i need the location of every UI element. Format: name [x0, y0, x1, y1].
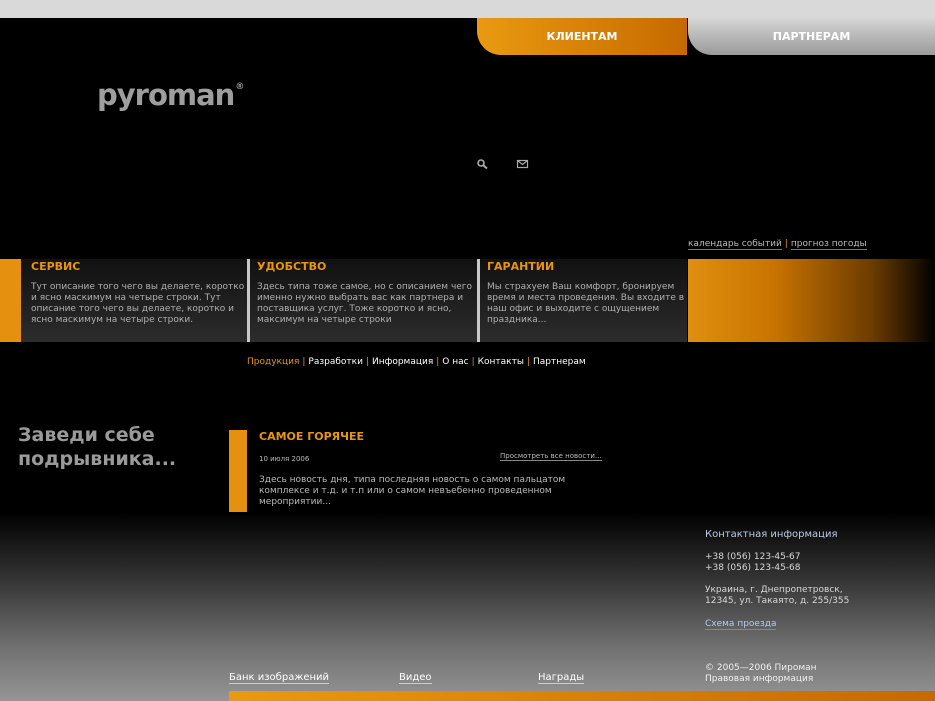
news-date: 10 июля 2006	[259, 455, 310, 463]
top-bar	[0, 0, 935, 18]
footer-link-awards[interactable]: Награды	[538, 672, 585, 684]
accent-bar	[0, 259, 21, 342]
all-news-link[interactable]: Просмотреть все новости...	[500, 452, 602, 461]
nav-separator: |	[471, 357, 475, 367]
utility-links: календарь событий | прогноз погоды	[688, 239, 867, 250]
search-icon[interactable]	[476, 155, 490, 170]
feature-guarantees: ГАРАНТИИ Мы страхуем Ваш комфорт, бронир…	[477, 259, 687, 342]
feature-text: Здесь типа тоже самое, но с описанием че…	[257, 282, 473, 325]
slogan: Заведи себе подрывника...	[18, 424, 177, 470]
weather-link[interactable]: прогноз погоды	[790, 239, 867, 250]
footer-link-video[interactable]: Видео	[399, 672, 432, 684]
calendar-link[interactable]: календарь событий	[688, 239, 782, 250]
nav-separator: |	[526, 357, 531, 367]
nav-separator: |	[365, 357, 370, 367]
nav-item-partners[interactable]: Партнерам	[533, 357, 586, 367]
bottom-accent-strip	[229, 691, 935, 701]
phone-2: +38 (056) 123-45-68	[705, 563, 801, 573]
logo[interactable]: pyroman®	[97, 78, 244, 112]
divider	[247, 259, 250, 342]
feature-text: Тут описание того чего вы делаете, корот…	[31, 282, 245, 325]
tab-partners[interactable]: ПАРТНЕРАМ	[688, 18, 935, 55]
address-line-1: Украина, г. Днепропетровск,	[705, 585, 843, 595]
legal-info-link[interactable]: Правовая информация	[705, 674, 813, 684]
registered-mark: ®	[235, 82, 244, 92]
nav-item-information[interactable]: Информация	[372, 357, 433, 367]
feature-title: УДОБСТВО	[257, 260, 327, 273]
feature-convenience: УДОБСТВО Здесь типа тоже самое, но с опи…	[247, 259, 477, 342]
copyright: © 2005—2006 Пироман Правовая информация	[705, 663, 817, 685]
separator: |	[784, 239, 788, 249]
footer-link-image-bank[interactable]: Банк изображений	[229, 672, 330, 684]
hot-news-title: САМОЕ ГОРЯЧЕЕ	[259, 430, 365, 443]
feature-title: СЕРВИС	[31, 260, 81, 273]
news-text: Здесь новость дня, типа последняя новост…	[259, 475, 566, 507]
feature-title: ГАРАНТИИ	[487, 260, 555, 273]
address-line-2: 12345, ул. Такаято, д. 255/355	[705, 596, 850, 606]
nav-item-products[interactable]: Продукция	[247, 357, 299, 367]
contact-info: Контактная информация +38 (056) 123-45-6…	[705, 529, 849, 630]
logo-text: pyroman	[97, 78, 235, 112]
phone-1: +38 (056) 123-45-67	[705, 552, 801, 562]
mail-icon[interactable]	[516, 155, 530, 169]
copyright-text: © 2005—2006 Пироман	[705, 663, 817, 673]
nav-separator: |	[436, 357, 440, 367]
nav-item-about[interactable]: О нас	[442, 357, 468, 367]
nav-item-contacts[interactable]: Контакты	[478, 357, 524, 367]
promo-banner	[688, 259, 935, 342]
main-nav: Продукция | Разработки | Информация | О нас | Ко…	[247, 357, 586, 367]
contact-title: Контактная информация	[705, 529, 838, 540]
nav-item-development[interactable]: Разработки	[308, 357, 363, 367]
hot-accent-bar	[229, 430, 247, 512]
tab-clients[interactable]: КЛИЕНТАМ	[477, 18, 687, 55]
divider	[477, 259, 480, 342]
route-map-link[interactable]: Схема проезда	[705, 619, 777, 630]
features-panel: СЕРВИС Тут описание того чего вы делаете…	[0, 259, 687, 342]
feature-service: СЕРВИС Тут описание того чего вы делаете…	[21, 259, 247, 342]
feature-text: Мы страхуем Ваш комфорт, бронируем время…	[487, 282, 685, 325]
